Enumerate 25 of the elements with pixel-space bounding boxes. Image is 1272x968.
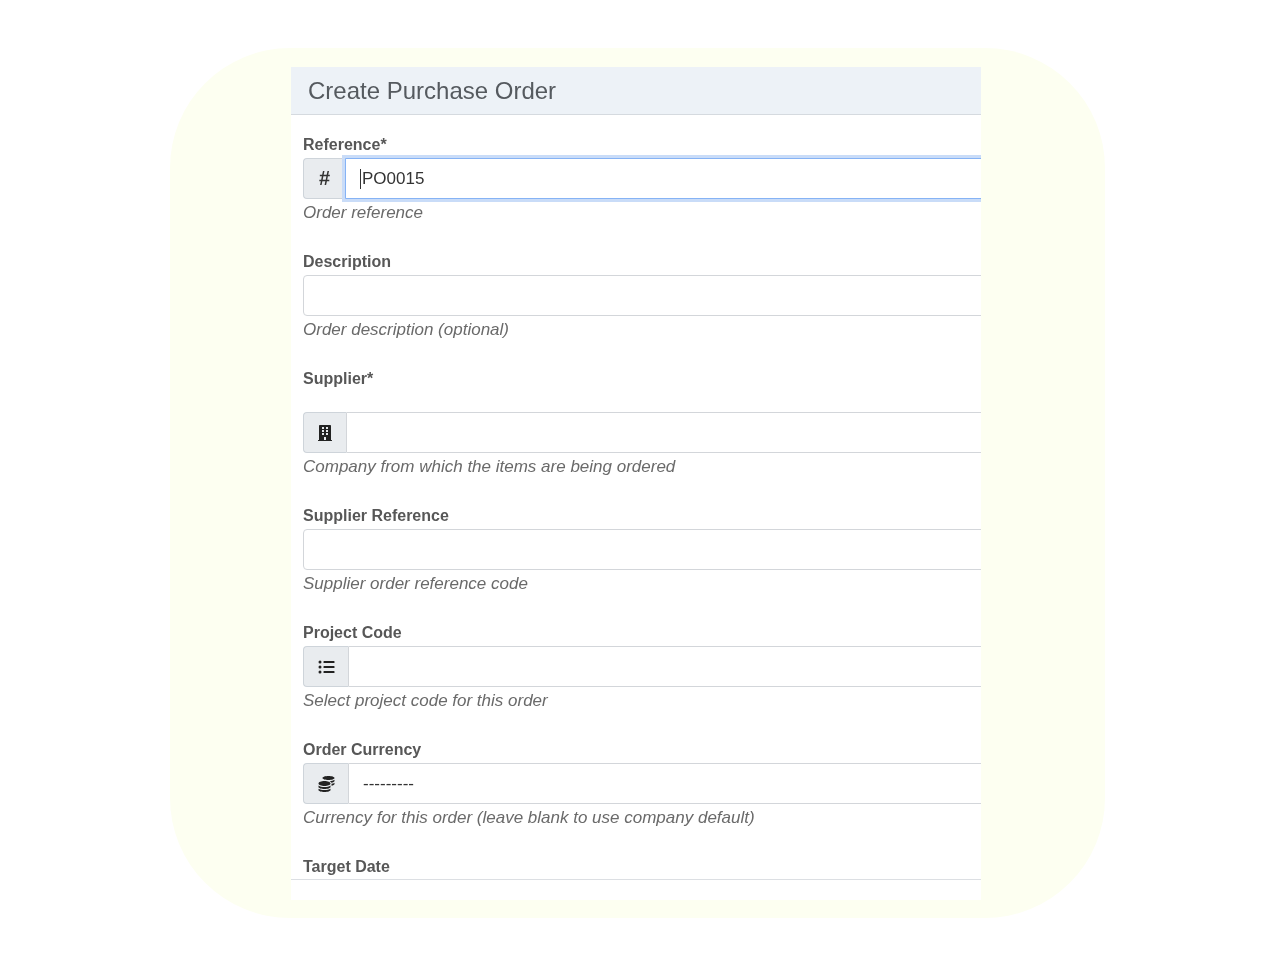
form-title: Create Purchase Order bbox=[308, 76, 557, 105]
help-text: Order reference bbox=[303, 202, 423, 224]
input-field[interactable]: PO0015 bbox=[345, 158, 981, 199]
coins-icon bbox=[317, 775, 335, 792]
input-field[interactable]: --------- bbox=[348, 763, 981, 804]
input-field[interactable] bbox=[303, 529, 981, 570]
input-field[interactable] bbox=[346, 412, 981, 453]
help-text: Currency for this order (leave blank to use company default) bbox=[303, 807, 755, 829]
field-label: Reference* bbox=[303, 135, 387, 155]
field-label: Supplier* bbox=[303, 369, 374, 389]
input-field[interactable] bbox=[348, 646, 981, 687]
field-label: Order Currency bbox=[303, 740, 422, 760]
field-label: Supplier Reference bbox=[303, 506, 449, 526]
input-addon: # bbox=[303, 158, 345, 199]
help-text: Order description (optional) bbox=[303, 319, 509, 341]
text-cursor-icon bbox=[360, 168, 361, 189]
field-label: Description bbox=[303, 252, 391, 272]
input-field[interactable] bbox=[303, 275, 981, 316]
field-label: Project Code bbox=[303, 623, 402, 643]
help-text: Select project code for this order bbox=[303, 690, 548, 712]
building-icon bbox=[318, 424, 332, 441]
help-text: Supplier order reference code bbox=[303, 573, 528, 595]
help-text: Company from which the items are being ordered bbox=[303, 456, 676, 478]
field-label: Target Date bbox=[303, 857, 390, 877]
list-icon bbox=[317, 658, 335, 675]
